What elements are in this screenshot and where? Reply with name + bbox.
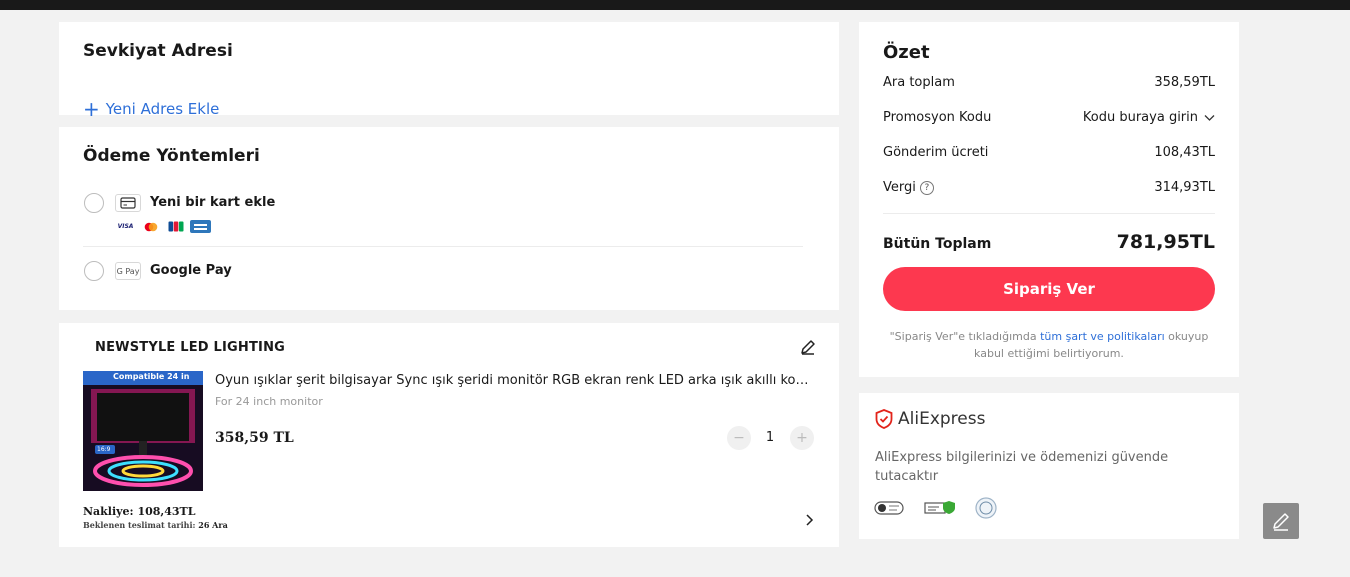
google-pay-icon: G Pay — [115, 262, 141, 280]
shipping-fee-value: 108,43TL — [1154, 145, 1215, 160]
payment-methods-card: Ödeme Yöntemleri Yeni bir kart ekle VISA… — [59, 127, 839, 310]
product-price: 358,59 TL — [215, 430, 294, 446]
tax-row: Vergi? — [883, 180, 934, 195]
aliexpress-logo: AliExpress — [875, 409, 985, 429]
order-summary-card: Özet Ara toplam 358,59TL Promosyon Kodu … — [859, 22, 1239, 377]
promo-code-label: Promosyon Kodu — [883, 110, 992, 125]
subtotal-label: Ara toplam — [883, 75, 955, 90]
help-icon[interactable]: ? — [919, 180, 934, 195]
increase-quantity-button[interactable]: + — [790, 426, 814, 450]
shipping-address-title: Sevkiyat Adresi — [83, 41, 233, 61]
floating-edit-button[interactable] — [1263, 503, 1299, 539]
chevron-right-icon[interactable] — [803, 511, 815, 526]
jcb-icon — [165, 220, 186, 233]
summary-divider — [883, 213, 1215, 214]
thumbnail-caption: Compatible 24 in — [113, 372, 190, 381]
new-card-label: Yeni bir kart ekle — [150, 195, 276, 210]
promo-code-dropdown[interactable]: Kodu buraya girin — [1083, 110, 1215, 125]
plus-icon: + — [83, 97, 100, 121]
security-badge-icon — [874, 497, 904, 519]
google-pay-label: Google Pay — [150, 263, 232, 278]
total-value: 781,95TL — [1116, 231, 1215, 253]
top-bar — [0, 0, 1350, 10]
google-pay-radio[interactable] — [84, 261, 104, 281]
aliexpress-brand: AliExpress — [898, 409, 986, 429]
shipping-cost: Nakliye: 108,43TL — [83, 505, 196, 518]
thumbnail-ratio: 16:9 — [97, 446, 111, 453]
decrease-quantity-button[interactable]: − — [727, 426, 751, 450]
product-variant: For 24 inch monitor — [215, 395, 323, 408]
terms-text: "Sipariş Ver"e tıkladığımda tüm şart ve … — [883, 328, 1215, 362]
quantity-value: 1 — [765, 430, 775, 445]
terms-link[interactable]: tüm şart ve politikaları — [1040, 330, 1165, 343]
shipping-fee-label: Gönderim ücreti — [883, 145, 989, 160]
payment-divider — [83, 246, 803, 247]
delivery-estimate: Beklenen teslimat tarihi: 26 Ara — [83, 520, 228, 530]
payment-methods-title: Ödeme Yöntemleri — [83, 146, 260, 166]
security-text: AliExpress bilgilerinizi ve ödemenizi gü… — [875, 450, 1169, 484]
delivery-label: Beklenen teslimat tarihi: — [83, 520, 199, 530]
promo-code-placeholder: Kodu buraya girin — [1082, 110, 1198, 125]
product-thumbnail[interactable]: Compatible 24 in 16:9 — [83, 371, 203, 491]
chevron-down-icon — [1204, 114, 1215, 121]
tax-value: 314,93TL — [1154, 180, 1215, 195]
credit-card-icon — [115, 194, 141, 212]
amex-icon — [190, 220, 211, 233]
cart-item-card: NEWSTYLE LED LIGHTING Compatible 24 in 1… — [59, 323, 839, 547]
new-card-radio[interactable] — [84, 193, 104, 213]
edit-icon[interactable] — [799, 338, 817, 356]
delivery-date: 26 Ara — [198, 520, 228, 530]
terms-prefix: "Sipariş Ver"e tıkladığımda — [889, 330, 1041, 343]
shipping-address-card: Sevkiyat Adresi + Yeni Adres Ekle — [59, 22, 839, 119]
shield-check-icon — [875, 409, 893, 429]
tax-label: Vergi — [883, 180, 916, 195]
product-title[interactable]: Oyun ışıklar şerit bilgisayar Sync ışık … — [215, 373, 815, 388]
pencil-icon — [1273, 513, 1289, 531]
mastercard-icon — [140, 220, 161, 233]
certification-badge-icon — [975, 497, 997, 519]
seller-name: NEWSTYLE LED LIGHTING — [95, 340, 286, 355]
security-card: AliExpress AliExpress bilgilerinizi ve ö… — [859, 393, 1239, 539]
visa-icon: VISA — [117, 223, 134, 230]
summary-title: Özet — [883, 42, 930, 63]
total-label: Bütün Toplam — [883, 236, 992, 252]
add-address-link[interactable]: + Yeni Adres Ekle — [83, 99, 219, 119]
place-order-button[interactable]: Sipariş Ver — [883, 267, 1215, 311]
add-address-label: Yeni Adres Ekle — [105, 100, 220, 118]
subtotal-value: 358,59TL — [1154, 75, 1215, 90]
secure-payment-badge-icon — [924, 497, 956, 519]
